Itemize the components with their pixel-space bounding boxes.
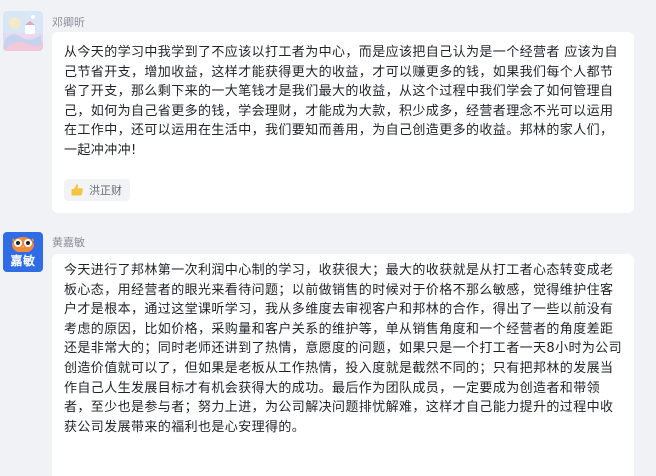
reaction-names: 洪正财 <box>89 184 122 197</box>
avatar-label: 嘉敏 <box>10 254 36 268</box>
owl-icon <box>12 237 34 252</box>
avatar[interactable]: 嘉敏 <box>3 232 43 272</box>
sender-name[interactable]: 邓卿昕 <box>52 14 85 30</box>
chat-page: 邓卿昕 从今天的学习中我学到了不应该以打工者为中心，而是应该把自己认为是一个经营… <box>0 0 656 476</box>
sender-name[interactable]: 黄嘉敏 <box>52 234 85 250</box>
avatar[interactable] <box>3 11 43 51</box>
reaction-chip[interactable]: 洪正财 <box>64 179 130 201</box>
cartoon-scene-avatar-icon <box>3 11 43 51</box>
message-bubble: 今天进行了邦林第一次利润中心制的学习，收获很大；最大的收获就是从打工者心态转变成… <box>52 254 634 476</box>
chat-message: 嘉敏 黄嘉敏 今天进行了邦林第一次利润中心制的学习，收获很大；最大的收获就是从打… <box>0 220 656 476</box>
message-bubble: 从今天的学习中我学到了不应该以打工者为中心，而是应该把自己认为是一个经营者 应该… <box>52 32 634 213</box>
message-text: 今天进行了邦林第一次利润中心制的学习，收获很大；最大的收获就是从打工者心态转变成… <box>64 263 623 435</box>
chat-message: 邓卿昕 从今天的学习中我学到了不应该以打工者为中心，而是应该把自己认为是一个经营… <box>0 0 656 220</box>
thumbs-up-icon <box>70 183 84 197</box>
message-text: 从今天的学习中我学到了不应该以打工者为中心，而是应该把自己认为是一个经营者 应该… <box>64 45 618 158</box>
